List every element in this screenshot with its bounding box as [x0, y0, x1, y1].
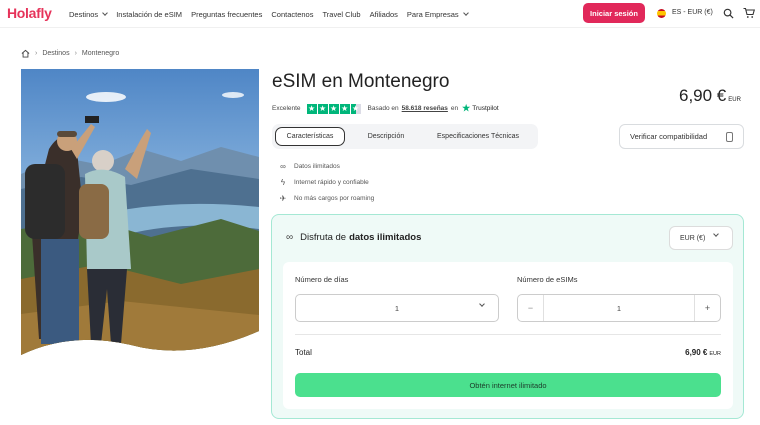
get-unlimited-internet-button[interactable]: Obtén internet ilimitado — [295, 373, 721, 397]
product-price: 6,90 € EUR — [679, 86, 741, 105]
panel-heading: ∞ Disfruta de datos ilimitados — [286, 232, 422, 243]
tab-descripcion[interactable]: Descripción — [354, 127, 418, 146]
total-label: Total — [295, 348, 312, 357]
product-tabs: Características Descripción Especificaci… — [272, 124, 538, 149]
spain-flag-icon[interactable] — [657, 9, 666, 18]
plan-config-card: Número de días Número de eSIMs 1 − 1 + T… — [283, 262, 733, 409]
breadcrumb-montenegro: Montenegro — [81, 50, 120, 57]
trustpilot-logo[interactable]: ★ Trustpilot — [462, 103, 499, 114]
breadcrumb-separator: › — [74, 50, 77, 57]
tab-caracteristicas[interactable]: Características — [275, 127, 345, 146]
currency-select[interactable]: EUR (€) — [669, 226, 733, 250]
star-icon: ★ — [328, 103, 339, 114]
chevron-down-icon — [713, 231, 719, 237]
nav-contactenos[interactable]: Contactenos — [271, 10, 313, 19]
nav-afiliados[interactable]: Afiliados — [370, 10, 398, 19]
esims-stepper: − 1 + — [517, 294, 721, 322]
trustpilot-rating: Excelente ★ ★ ★ ★ ★ Basado en 58.618 res… — [272, 103, 499, 114]
rating-label: Excelente — [272, 105, 301, 112]
breadcrumb-destinos[interactable]: Destinos — [42, 50, 69, 57]
hero-travelers-image — [21, 69, 259, 355]
nav-instalacion-esim[interactable]: Instalación de eSIM — [116, 10, 182, 19]
top-navbar: Holafly Destinos Instalación de eSIM Pre… — [0, 0, 760, 28]
cart-icon[interactable] — [743, 7, 755, 19]
lightning-icon: ϟ — [280, 177, 286, 187]
feature-item: ✈ No más cargos por roaming — [279, 193, 375, 203]
decrement-button[interactable]: − — [518, 295, 544, 321]
purchase-panel: ∞ Disfruta de datos ilimitados EUR (€) N… — [271, 214, 744, 419]
trustpilot-star-icon: ★ — [462, 103, 471, 113]
rating-stars: ★ ★ ★ ★ ★ — [306, 103, 362, 114]
tab-especificaciones[interactable]: Especificaciones Técnicas — [426, 127, 530, 146]
feature-item: ϟ Internet rápido y confiable — [278, 174, 374, 190]
half-star-icon: ★ — [350, 103, 361, 114]
star-icon: ★ — [317, 103, 328, 114]
feature-item: ∞ Datos ilimitados — [278, 158, 374, 174]
login-button[interactable]: Iniciar sesión — [583, 3, 645, 23]
days-select[interactable]: 1 — [295, 294, 499, 322]
chevron-down-icon — [479, 301, 485, 307]
search-icon[interactable] — [723, 8, 734, 19]
star-icon: ★ — [339, 103, 350, 114]
breadcrumb-separator: › — [35, 50, 38, 57]
reviews-suffix: en — [450, 105, 459, 112]
esims-quantity[interactable]: 1 — [544, 295, 694, 321]
reviews-prefix: Basado en — [367, 105, 399, 112]
verify-compatibility-label: Verificar compatibilidad — [630, 132, 708, 141]
divider — [295, 334, 721, 335]
total-value: 6,90 € EUR — [685, 348, 721, 357]
phone-icon — [726, 132, 733, 142]
language-currency-selector[interactable]: ES - EUR (€) — [672, 9, 713, 16]
infinity-icon: ∞ — [280, 161, 286, 171]
reviews-count-link[interactable]: 58.618 reseñas — [402, 105, 448, 112]
home-icon[interactable] — [21, 49, 30, 58]
infinity-icon: ∞ — [286, 232, 294, 243]
breadcrumb: › Destinos › Montenegro — [21, 49, 119, 58]
verify-compatibility-button[interactable]: Verificar compatibilidad — [619, 124, 744, 149]
star-icon: ★ — [306, 103, 317, 114]
nav-preguntas-frecuentes[interactable]: Preguntas frecuentes — [191, 10, 262, 19]
chevron-down-icon — [462, 9, 469, 16]
nav-destinos[interactable]: Destinos — [69, 9, 109, 19]
chevron-down-icon — [102, 9, 109, 16]
esims-label: Número de eSIMs — [517, 275, 578, 284]
nav-para-empresas[interactable]: Para Empresas — [407, 9, 469, 19]
nav-links: Destinos Instalación de eSIM Preguntas f… — [69, 0, 477, 28]
product-title: eSIM en Montenegro — [272, 71, 450, 92]
nav-travel-club[interactable]: Travel Club — [322, 10, 360, 19]
holafly-logo[interactable]: Holafly — [7, 5, 52, 21]
no-roaming-icon: ✈ — [279, 193, 287, 203]
feature-list: ∞ Datos ilimitados ϟ Internet rápido y con… — [278, 158, 375, 206]
increment-button[interactable]: + — [694, 295, 720, 321]
days-label: Número de días — [295, 275, 349, 284]
